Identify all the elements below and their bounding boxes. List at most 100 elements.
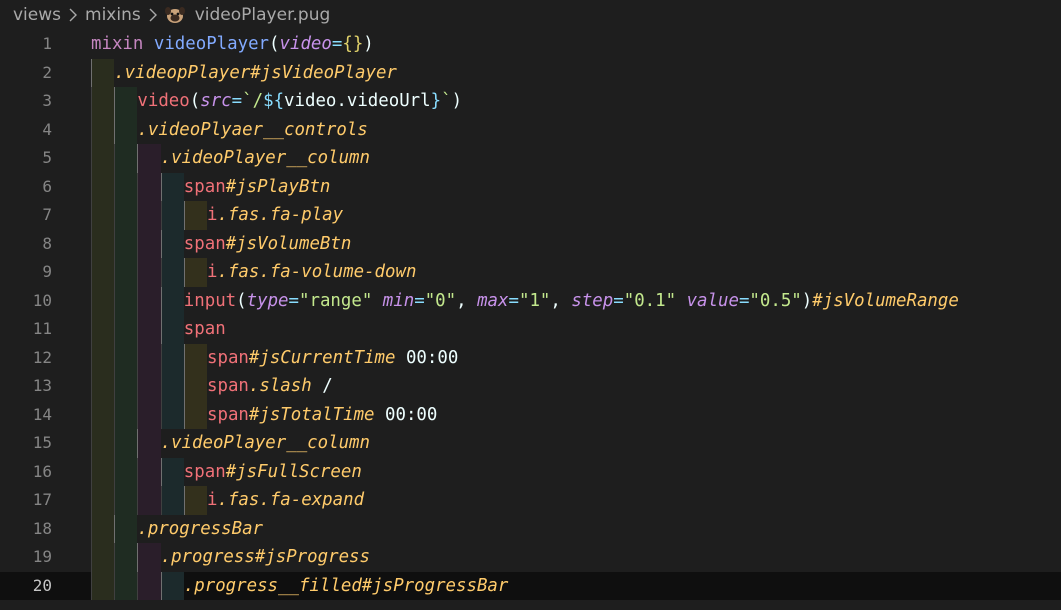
indent-guide-line bbox=[91, 400, 92, 429]
line-number: 6 bbox=[42, 176, 52, 196]
code-token: value bbox=[686, 290, 739, 311]
code-token: = bbox=[331, 34, 343, 54]
code-line[interactable]: 6 span#jsPlayBtn bbox=[0, 172, 1061, 202]
indent-guide-line bbox=[91, 372, 92, 401]
line-number: 9 bbox=[42, 262, 52, 281]
indent-guide bbox=[91, 429, 115, 458]
breadcrumb-item-views[interactable]: views bbox=[13, 5, 61, 25]
code-text: input(type="range" min="0", max="1", ste… bbox=[184, 287, 959, 316]
code-text: span#jsPlayBtn bbox=[184, 173, 331, 202]
indent-guide bbox=[114, 343, 138, 372]
code-line[interactable]: 19 .progress#jsProgress bbox=[0, 543, 1061, 572]
indent-guide-line bbox=[183, 486, 185, 515]
code-line[interactable]: 11 span bbox=[0, 315, 1061, 344]
code-line[interactable]: 15 .videoPlayer__column bbox=[0, 429, 1061, 458]
code-token: #jsPlayBtn bbox=[225, 176, 331, 197]
code-line[interactable]: 14 span#jsTotalTime 00:00 bbox=[0, 400, 1061, 429]
code-line[interactable]: 4 .videoPlyaer__controls bbox=[0, 115, 1061, 144]
code-line[interactable]: 20 .progress__filled#jsProgressBar bbox=[0, 571, 1061, 600]
code-editor[interactable]: views mixins videoPlayer.pug 1 mixin vide… bbox=[0, 0, 1061, 610]
code-line[interactable]: 16 span#jsFullScreen bbox=[0, 457, 1061, 486]
indent-guide-line bbox=[160, 400, 162, 429]
breadcrumb-item-file[interactable]: videoPlayer.pug bbox=[195, 5, 331, 25]
breadcrumb: views mixins videoPlayer.pug bbox=[0, 0, 1061, 30]
line-number: 16 bbox=[32, 461, 52, 481]
indent-guide bbox=[91, 172, 115, 201]
indent-guide bbox=[137, 486, 161, 515]
indent-guide-line bbox=[137, 400, 139, 429]
code-token: span bbox=[183, 461, 226, 482]
indent-guide bbox=[91, 286, 115, 315]
code-token: type bbox=[246, 290, 289, 311]
breadcrumb-item-mixins[interactable]: mixins bbox=[85, 5, 141, 25]
indent-guide-line bbox=[114, 144, 116, 173]
line-number: 10 bbox=[32, 290, 52, 310]
indent-guide-line bbox=[114, 229, 116, 258]
indent-guide bbox=[114, 286, 138, 315]
indent-guide bbox=[137, 343, 161, 372]
code-line[interactable]: 8 span#jsVolumeBtn bbox=[0, 229, 1061, 258]
code-token: = bbox=[738, 290, 750, 311]
code-token: .slash bbox=[248, 376, 312, 396]
code-line[interactable]: 9 i.fas.fa-volume-down bbox=[0, 258, 1061, 287]
code-token: .videoPlayer__column bbox=[160, 433, 370, 453]
code-line[interactable]: 7 i.fas.fa-play bbox=[0, 201, 1061, 230]
code-line[interactable]: 10 input(type="range" min="0", max="1", s… bbox=[0, 286, 1061, 316]
indent-guide-line bbox=[114, 457, 116, 486]
code-line[interactable]: 12 span#jsCurrentTime 00:00 bbox=[0, 343, 1061, 373]
indent-guide bbox=[91, 87, 115, 116]
indent-guide-line bbox=[91, 115, 92, 144]
indent-guide-line bbox=[160, 372, 162, 401]
code-line[interactable]: 1 mixin videoPlayer(video={}) bbox=[0, 30, 1061, 59]
code-token: 00:00 bbox=[374, 404, 438, 425]
code-token: "0.5" bbox=[749, 290, 802, 311]
indent-guide-line bbox=[160, 486, 162, 515]
indent-guide-line bbox=[160, 315, 162, 344]
indent-guide-line bbox=[137, 229, 139, 258]
line-number: 18 bbox=[32, 518, 52, 538]
code-line[interactable]: 2 .videopPlayer#jsVideoPlayer bbox=[0, 58, 1061, 87]
code-line[interactable]: 17 i.fas.fa-expand bbox=[0, 486, 1061, 515]
line-number: 1 bbox=[42, 34, 52, 53]
code-line[interactable]: 3 video(src=`/${video.videoUrl}`) bbox=[0, 87, 1061, 116]
indent-guide bbox=[160, 286, 184, 315]
line-number: 17 bbox=[32, 490, 52, 509]
indent-guide-line bbox=[114, 286, 116, 315]
indent-guide-line bbox=[114, 201, 116, 230]
indent-guide-line bbox=[91, 514, 92, 543]
code-area[interactable]: 1 mixin videoPlayer(video={}) 2 .videopPlay… bbox=[0, 30, 1061, 610]
code-token: = bbox=[613, 290, 624, 311]
code-text: span#jsCurrentTime 00:00 bbox=[207, 344, 458, 373]
code-token: ` bbox=[441, 91, 452, 111]
indent-guide-line bbox=[91, 172, 92, 201]
code-text: .videoPlayer__column bbox=[161, 429, 370, 458]
code-token: video bbox=[279, 34, 332, 54]
line-number: 14 bbox=[32, 404, 52, 424]
indent-guide-line bbox=[137, 457, 139, 486]
indent-guide bbox=[137, 286, 161, 315]
code-token: i bbox=[207, 262, 218, 282]
indent-guide bbox=[160, 229, 184, 258]
indent-guide bbox=[114, 229, 138, 258]
code-token: , bbox=[550, 290, 572, 311]
code-text: .progressBar bbox=[137, 515, 263, 544]
line-number: 15 bbox=[32, 433, 52, 452]
indent-guide-line bbox=[114, 372, 116, 401]
indent-guide-line bbox=[183, 258, 185, 287]
indent-guide bbox=[114, 315, 138, 344]
indent-guide bbox=[160, 343, 184, 372]
code-token: ) bbox=[801, 290, 813, 311]
code-token: #jsFullScreen bbox=[225, 461, 362, 482]
code-token: #jsVolumeRange bbox=[812, 290, 959, 311]
code-token: .progress__filled#jsProgressBar bbox=[183, 575, 509, 596]
indent-guide bbox=[183, 486, 207, 515]
indent-guide bbox=[160, 486, 184, 515]
code-token: min bbox=[382, 290, 415, 311]
code-line[interactable]: 5 .videoPlayer__column bbox=[0, 144, 1061, 173]
code-line[interactable]: 18 .progressBar bbox=[0, 514, 1061, 544]
indent-guide-line bbox=[114, 571, 116, 600]
indent-guide-line bbox=[160, 286, 162, 315]
code-line[interactable]: 13 span.slash / bbox=[0, 372, 1061, 401]
